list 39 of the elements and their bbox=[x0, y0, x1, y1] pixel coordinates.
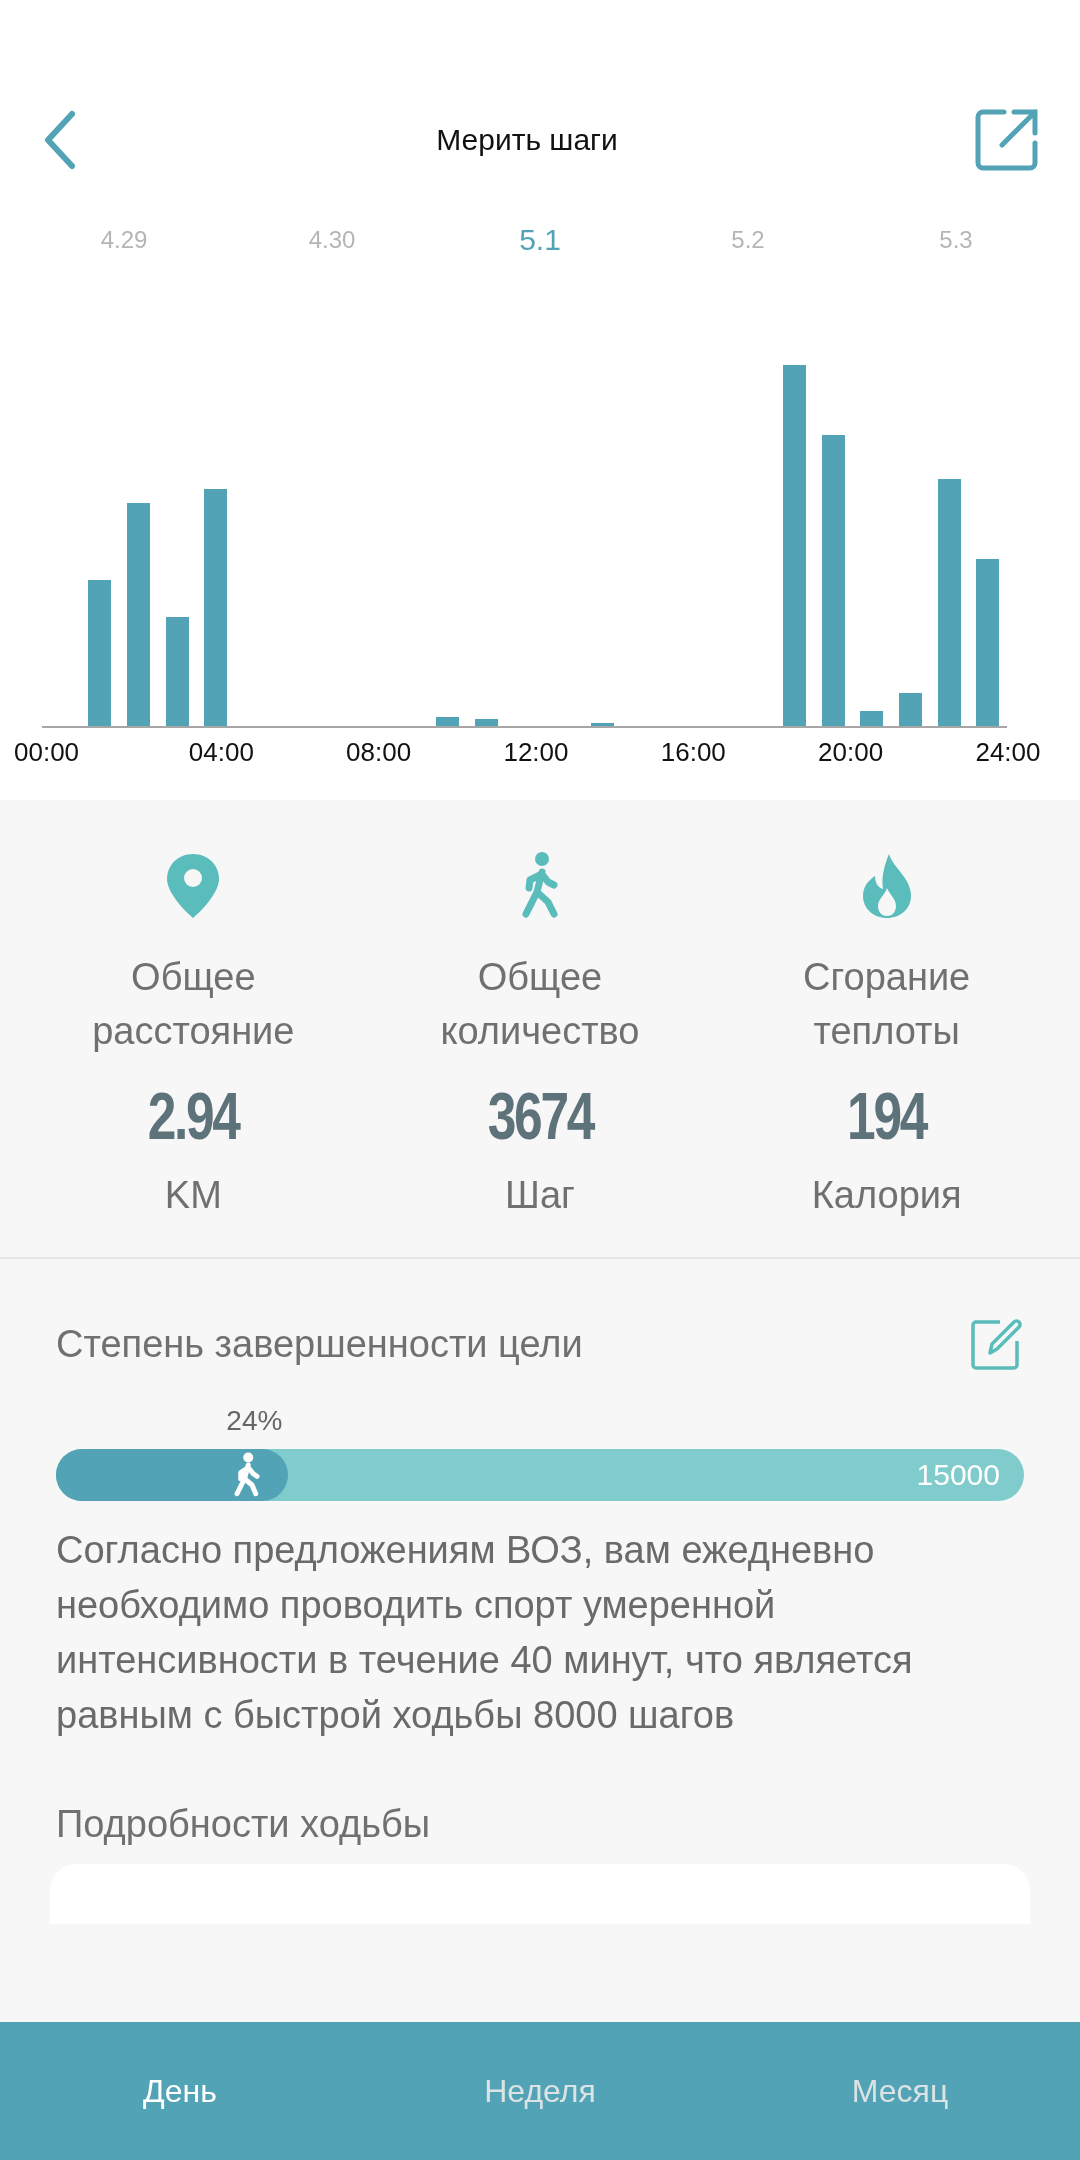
section-title: Степень завершенности цели bbox=[56, 1322, 583, 1366]
axis-label: 12:00 bbox=[502, 737, 570, 768]
date-tab[interactable]: 4.30 bbox=[257, 226, 407, 257]
stat-label: Общее расстояние bbox=[91, 955, 296, 1054]
axis-label: 00:00 bbox=[14, 737, 81, 768]
axis-label: 08:00 bbox=[345, 737, 413, 768]
chart-bar bbox=[436, 717, 459, 726]
edit-icon[interactable] bbox=[970, 1317, 1024, 1371]
stat-unit: KM bbox=[164, 1174, 222, 1217]
bottom-tab[interactable]: Месяц bbox=[750, 2072, 1050, 2110]
stat-unit: Калория bbox=[811, 1174, 962, 1217]
chart-bar bbox=[860, 711, 883, 726]
date-tab[interactable]: 5.1 bbox=[465, 223, 615, 257]
stat-value: 2.94 bbox=[147, 1078, 239, 1154]
walker-icon bbox=[232, 1452, 263, 1498]
chart-bar bbox=[899, 693, 922, 726]
axis-label: 04:00 bbox=[187, 737, 255, 768]
stat-value: 3674 bbox=[487, 1078, 593, 1154]
stat-label: Общее количество bbox=[439, 955, 641, 1054]
share-icon[interactable] bbox=[974, 107, 1040, 173]
progress-percent: 24% bbox=[226, 1405, 283, 1437]
date-tab[interactable]: 5.3 bbox=[881, 226, 1031, 257]
chart-bar bbox=[591, 723, 614, 726]
axis-label: 20:00 bbox=[817, 737, 885, 768]
date-tab[interactable]: 5.2 bbox=[673, 226, 823, 257]
section-title: Подробности ходьбы bbox=[56, 1803, 432, 1846]
date-tab[interactable]: 4.29 bbox=[49, 226, 199, 257]
location-pin-icon bbox=[165, 852, 222, 920]
page-title: Мерить шаги bbox=[436, 123, 618, 157]
axis-label: 24:00 bbox=[974, 737, 1042, 768]
bottom-tab[interactable]: День bbox=[30, 2072, 330, 2110]
bottom-tab[interactable]: Неделя bbox=[390, 2072, 690, 2110]
advice-text: Согласно предложениям ВОЗ, вам ежедневно необходимо проводить спорт умеренной интенсивности в течение 40 минут, что является равным с быстрой ходьбы 8000 шагов bbox=[56, 1528, 914, 1738]
stat-value: 194 bbox=[847, 1078, 927, 1154]
axis-label: 16:00 bbox=[659, 737, 727, 768]
stat-label: Сгорание теплоты bbox=[802, 955, 972, 1054]
chart-bar bbox=[475, 719, 498, 726]
stat-unit: Шаг bbox=[505, 1174, 575, 1217]
goal-target: 15000 bbox=[916, 1458, 1000, 1492]
